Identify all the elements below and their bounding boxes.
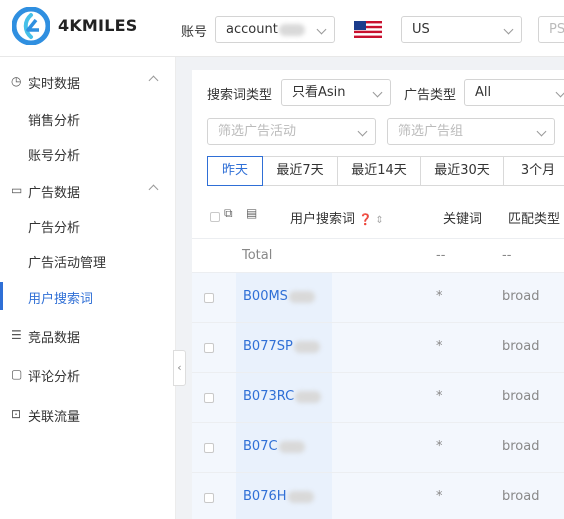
top-header: 4KMILES 账号 account US PS — [0, 0, 564, 57]
sidebar-item-search-terms[interactable]: 用户搜索词 — [0, 278, 176, 314]
account-value: account — [226, 22, 278, 37]
tab-last-30-days[interactable]: 最近30天 — [420, 156, 504, 186]
extra-select[interactable]: PS — [538, 16, 564, 43]
match-type-cell: broad — [502, 289, 540, 304]
chevron-down-icon — [536, 126, 547, 137]
chevron-down-icon — [503, 24, 514, 35]
table-row[interactable]: B077SP * broad — [192, 322, 564, 373]
help-icon[interactable]: ❓ — [355, 213, 373, 226]
tab-3-months[interactable]: 3个月 — [503, 156, 564, 186]
sidebar-item-campaign-management[interactable]: 广告活动管理 — [0, 242, 176, 278]
table-row[interactable]: B07C * broad — [192, 422, 564, 473]
comment-icon: ▢ — [11, 367, 23, 381]
row-checkbox[interactable] — [204, 493, 214, 503]
account-label: 账号 — [181, 25, 208, 40]
keyword-cell: * — [436, 489, 443, 504]
match-type-cell: broad — [502, 389, 540, 404]
sort-icon[interactable]: ⇕ — [372, 215, 383, 226]
total-keyword: -- — [436, 248, 446, 263]
redacted-blur — [278, 23, 305, 36]
chevron-up-icon — [148, 184, 159, 195]
redacted-blur — [287, 490, 314, 503]
layers-icon: ☰ — [11, 328, 22, 342]
account-select[interactable]: account — [215, 16, 335, 43]
chevron-up-icon — [148, 75, 159, 86]
copy-icon[interactable]: ⧉ — [224, 206, 233, 221]
table-row[interactable]: B00MS * broad — [192, 272, 564, 323]
asin-link[interactable]: B076H — [243, 489, 314, 504]
search-type-label: 搜索词类型 — [207, 88, 273, 103]
ad-type-select[interactable]: All — [464, 79, 564, 106]
match-type-cell: broad — [502, 439, 540, 454]
country-select[interactable]: US — [401, 16, 522, 43]
col-keyword[interactable]: 关键词 — [443, 208, 482, 227]
country-value: US — [412, 22, 430, 37]
tab-yesterday[interactable]: 昨天 — [207, 156, 263, 186]
keyword-cell: * — [436, 439, 443, 454]
total-label: Total — [242, 248, 273, 263]
row-checkbox[interactable] — [204, 443, 214, 453]
tab-last-7-days[interactable]: 最近7天 — [262, 156, 338, 186]
keyword-cell: * — [436, 389, 443, 404]
asin-link[interactable]: B077SP — [243, 339, 320, 354]
brand-name: 4KMILES — [58, 16, 138, 35]
sidebar-item-sales-analysis[interactable]: 销售分析 — [0, 100, 176, 136]
table-row[interactable]: B076H * broad — [192, 472, 564, 519]
adgroup-filter-select[interactable]: 筛选广告组 — [387, 118, 555, 145]
match-type-cell: broad — [502, 339, 540, 354]
campaign-filter-select[interactable]: 筛选广告活动 — [207, 118, 376, 145]
app-window: 4KMILES 账号 account US PS ◷ 实时数据 销售分析 账号分… — [0, 0, 564, 519]
row-checkbox[interactable] — [204, 293, 214, 303]
table-row[interactable]: B073RC * broad — [192, 372, 564, 423]
table-header: ⧉ ▤ 用户搜索词 ❓ ⇕ 关键词 匹配类型 — [192, 192, 564, 238]
brand-logo-icon — [12, 7, 50, 45]
chevron-down-icon — [316, 24, 327, 35]
chevron-down-icon — [357, 126, 368, 137]
nav-group-realtime[interactable]: ◷ 实时数据 — [0, 61, 176, 101]
chevron-down-icon — [555, 87, 564, 98]
asin-link[interactable]: B07C — [243, 439, 305, 454]
redacted-blur — [293, 340, 320, 353]
search-box-icon: ⊡ — [11, 407, 22, 421]
export-icon[interactable]: ▤ — [246, 206, 257, 220]
col-search-term[interactable]: 用户搜索词 ❓ ⇕ — [290, 208, 384, 227]
sidebar-item-ad-analysis[interactable]: 广告分析 — [0, 207, 176, 243]
main-content: 搜索词类型 只看Asin 广告类型 All 筛选广告活动 筛选广告组 昨天 最近… — [192, 70, 564, 519]
extra-value: PS — [549, 22, 564, 37]
tab-last-14-days[interactable]: 最近14天 — [337, 156, 421, 186]
chevron-down-icon — [372, 87, 383, 98]
total-row: Total -- -- — [192, 238, 564, 272]
sidebar: ◷ 实时数据 销售分析 账号分析 ▭ 广告数据 广告分析 广告活动管理 用户搜索… — [0, 57, 176, 519]
nav-group-competitors[interactable]: ☰ 竞品数据 — [0, 315, 176, 355]
select-all-checkbox[interactable] — [210, 212, 220, 222]
total-match: -- — [502, 248, 512, 263]
redacted-blur — [295, 390, 322, 403]
asin-link[interactable]: B073RC — [243, 389, 322, 404]
us-flag-icon — [354, 21, 382, 38]
row-checkbox[interactable] — [204, 393, 214, 403]
col-match-type[interactable]: 匹配类型 — [508, 208, 560, 227]
redacted-blur — [278, 440, 305, 453]
keyword-cell: * — [436, 289, 443, 304]
row-checkbox[interactable] — [204, 343, 214, 353]
keyword-cell: * — [436, 339, 443, 354]
match-type-cell: broad — [502, 489, 540, 504]
sidebar-item-account-analysis[interactable]: 账号分析 — [0, 135, 176, 171]
nav-group-ads[interactable]: ▭ 广告数据 — [0, 170, 176, 210]
nav-group-related-traffic[interactable]: ⊡ 关联流量 — [0, 394, 176, 434]
nav-group-reviews[interactable]: ▢ 评论分析 — [0, 354, 176, 394]
redacted-blur — [288, 290, 315, 303]
clock-icon: ◷ — [11, 74, 22, 88]
ad-type-label: 广告类型 — [404, 88, 457, 103]
monitor-icon: ▭ — [11, 183, 23, 197]
search-type-select[interactable]: 只看Asin — [281, 79, 391, 106]
sidebar-collapse-toggle[interactable]: ‹ — [173, 350, 186, 386]
asin-link[interactable]: B00MS — [243, 289, 315, 304]
